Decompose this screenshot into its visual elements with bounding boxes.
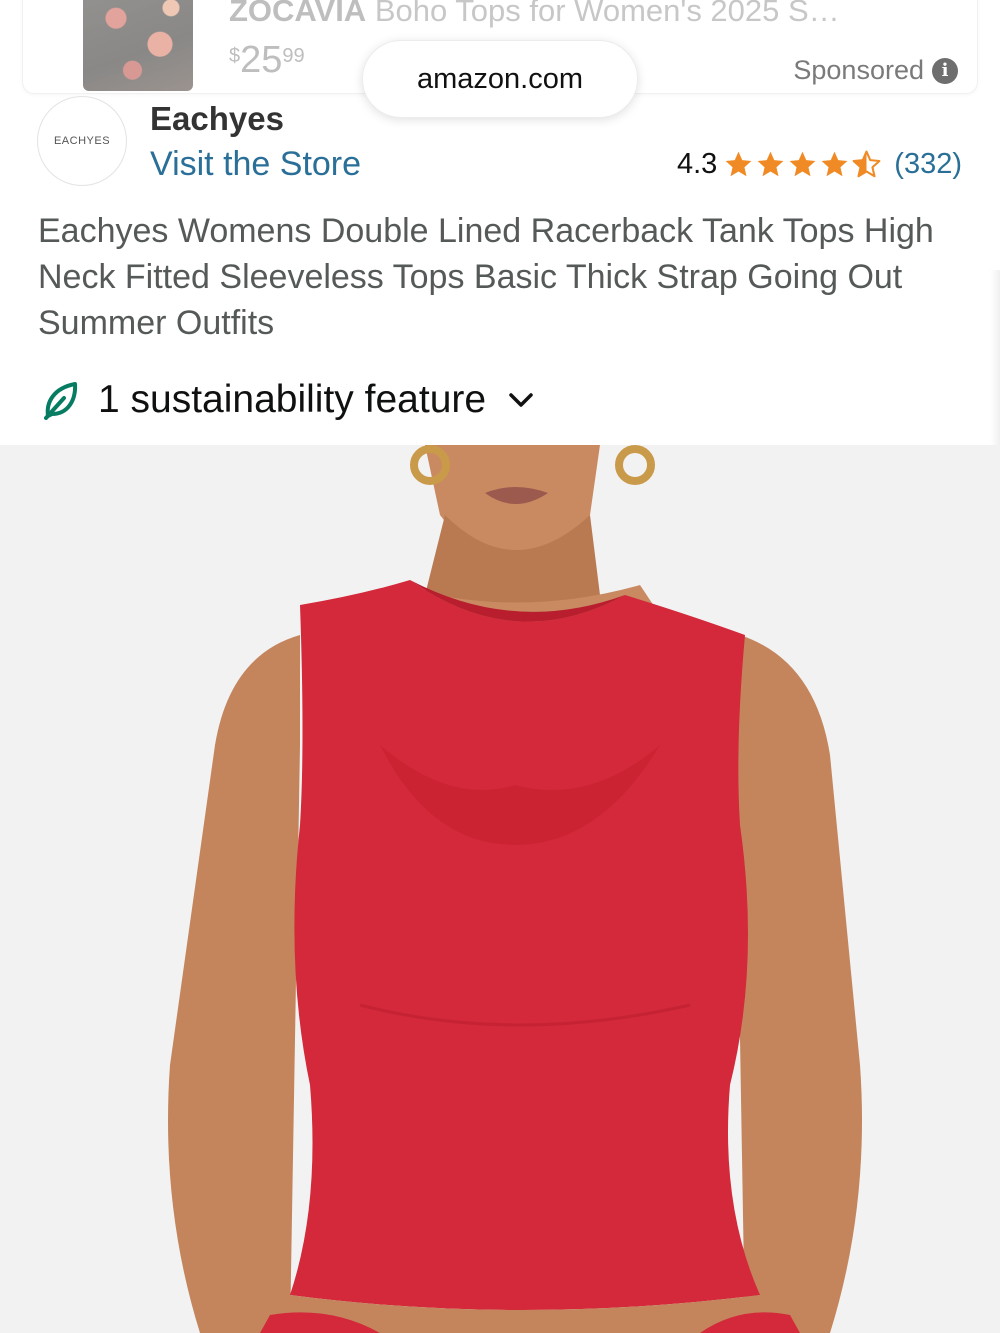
star-icon (789, 151, 816, 177)
visit-store-link[interactable]: Visit the Store (150, 145, 361, 184)
sustainability-label: 1 sustainability feature (98, 378, 487, 421)
brand-name: Eachyes (150, 100, 284, 137)
sustainability-feature-toggle[interactable]: 1 sustainability feature (42, 378, 536, 422)
brand-logo[interactable]: EACHYES (37, 96, 127, 186)
star-icon (757, 151, 784, 177)
url-bar[interactable]: amazon.com (362, 40, 638, 118)
ad-price: $2599 (229, 39, 305, 81)
chevron-down-icon (509, 393, 533, 407)
product-page: ZOCAVIA Boho Tops for Women's 2025 S… $2… (0, 0, 1000, 1333)
product-photo (0, 445, 1000, 1333)
scroll-edge-shadow (990, 270, 1000, 470)
product-main-image[interactable] (0, 445, 1000, 1333)
rating-count-link[interactable]: (332) (894, 148, 962, 181)
rating-summary[interactable]: 4.3 (332) (677, 148, 962, 181)
leaf-icon (44, 382, 78, 420)
ad-product-title[interactable]: ZOCAVIA Boho Tops for Women's 2025 S… (229, 0, 949, 29)
star-icon (725, 151, 752, 177)
star-icon (821, 151, 848, 177)
url-domain: amazon.com (416, 62, 583, 95)
info-icon[interactable]: i (932, 57, 958, 84)
rating-value: 4.3 (676, 148, 718, 180)
ad-product-thumbnail[interactable] (83, 0, 193, 91)
sponsored-label[interactable]: Sponsored i (793, 55, 958, 86)
half-star-icon (852, 150, 881, 178)
product-title: Eachyes Womens Double Lined Racerback Ta… (38, 212, 934, 342)
star-rating (723, 149, 882, 180)
